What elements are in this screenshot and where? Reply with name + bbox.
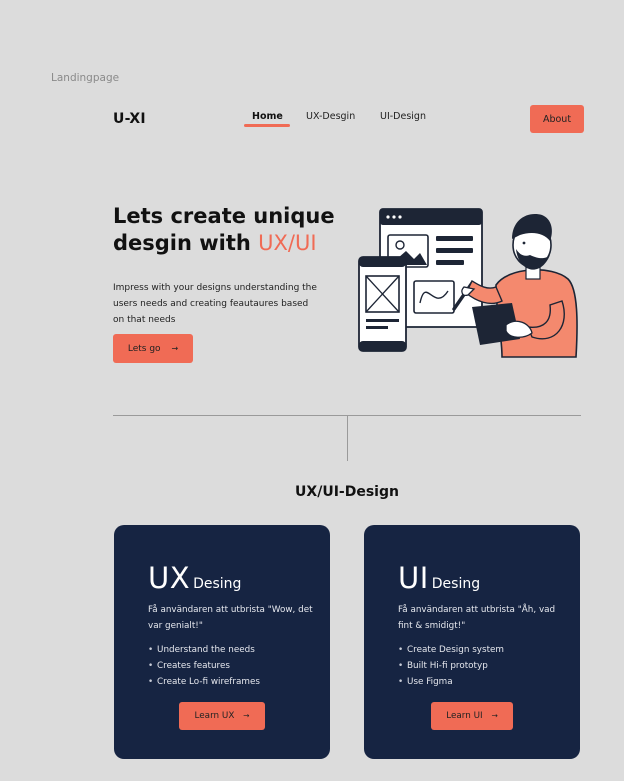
card-heading: UI Desing [398, 561, 480, 595]
ui-design-card: UI Desing Få användaren att utbrista "Åh,… [364, 525, 580, 759]
arrow-right-icon: → [243, 711, 250, 720]
hero-title-line1: Lets create unique [113, 204, 335, 228]
list-item: Built Hi-fi prototyp [398, 658, 568, 674]
list-item: Understand the needs [148, 642, 318, 658]
active-nav-indicator [244, 124, 290, 127]
learn-ux-button[interactable]: Learn UX → [179, 702, 265, 730]
about-button[interactable]: About [530, 105, 584, 133]
card-description: Få användaren att utbrista "Åh, vad fint… [398, 605, 556, 631]
card-heading-small: Desing [193, 576, 242, 592]
lets-go-label: Lets go [127, 343, 161, 354]
list-item: Creates features [148, 658, 318, 674]
hero-title-line2: desgin with [113, 231, 259, 255]
card-heading-small: Desing [431, 576, 481, 592]
hero-description: Impress with your designs understanding … [113, 283, 317, 325]
card-feature-list: Understand the needs Creates features Cr… [148, 642, 318, 690]
learn-ui-button[interactable]: Learn UI → [431, 702, 513, 730]
list-item: Create Design system [398, 642, 568, 658]
nav-item-home[interactable]: Home [252, 111, 283, 122]
card-heading: UX Desing [148, 561, 241, 595]
section-title: UX/UI-Design [295, 484, 399, 500]
frame-label: Landingpage [51, 72, 120, 84]
list-item: Use Figma [398, 674, 568, 690]
section-divider-vertical [347, 415, 348, 461]
card-heading-big: UI [398, 561, 429, 595]
learn-ui-label: Learn UI [446, 711, 483, 721]
list-item: Create Lo-fi wireframes [148, 674, 318, 690]
designer-with-tablet-illustration [358, 208, 578, 358]
arrow-right-icon: → [491, 711, 498, 720]
card-heading-big: UX [148, 561, 191, 595]
hero-title: Lets create unique desgin with UX/UI [113, 203, 353, 257]
arrow-right-icon: → [171, 343, 179, 353]
ux-design-card: UX Desing Få användaren att utbrista "Wow… [114, 525, 330, 759]
nav-item-ui-design[interactable]: UI-Design [380, 111, 426, 122]
hero-title-accent: UX/UI [258, 231, 317, 255]
card-description: Få användaren att utbrista "Wow, det var… [148, 605, 313, 631]
card-feature-list: Create Design system Built Hi-fi prototy… [398, 642, 568, 690]
nav-item-ux-design[interactable]: UX-Desgin [306, 111, 355, 122]
lets-go-button[interactable]: Lets go → [113, 334, 193, 363]
learn-ux-label: Learn UX [194, 711, 235, 721]
